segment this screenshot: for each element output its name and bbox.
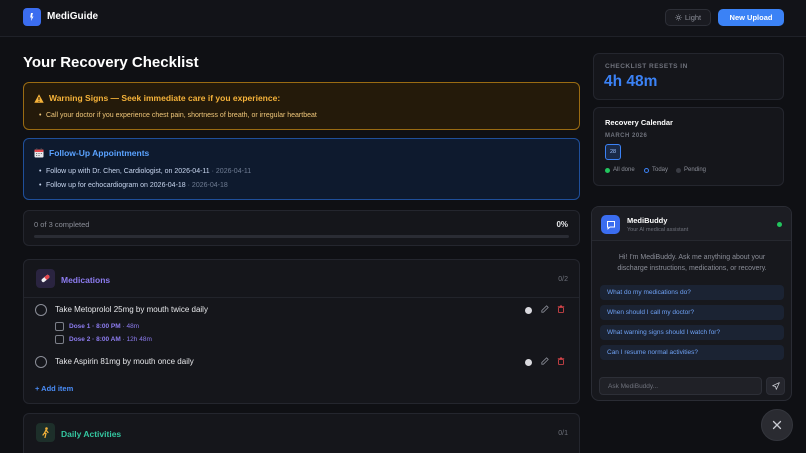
edit-icon[interactable]: [541, 305, 549, 315]
progress-label: 0 of 3 completed: [34, 220, 90, 229]
dose-label: Dose 2 · 8:00 AM · 12h 48m: [69, 336, 152, 343]
reset-label: CHECKLIST RESETS IN: [605, 63, 688, 70]
dose-checkbox[interactable]: [55, 335, 64, 344]
legend-today: Today: [644, 167, 668, 173]
chat-suggestion[interactable]: What warning signs should I watch for?: [600, 325, 784, 340]
status-dot[interactable]: [525, 359, 532, 366]
task-text: Take Aspirin 81mg by mouth once daily: [55, 357, 194, 366]
walking-icon: [36, 423, 55, 442]
warning-item: Call your doctor if you experience chest…: [39, 112, 317, 119]
followup-item: Follow up for echocardiogram on 2026-04-…: [39, 182, 228, 189]
chat-subtitle: Your AI medical assistant: [627, 227, 689, 233]
delete-icon[interactable]: [557, 305, 565, 315]
progress-percent: 0%: [556, 220, 568, 229]
dose-checkbox[interactable]: [55, 322, 64, 331]
task-checkbox[interactable]: [35, 304, 47, 316]
edit-icon[interactable]: [541, 357, 549, 367]
calendar-day[interactable]: 28: [605, 144, 621, 160]
warning-title: Warning Signs — Seek immediate care if y…: [49, 93, 281, 103]
legend-dot: [644, 167, 649, 173]
chat-bubble-icon: [601, 215, 620, 234]
close-chat-button[interactable]: [761, 409, 793, 441]
task-checkbox[interactable]: [35, 356, 47, 368]
close-icon: [772, 420, 782, 430]
warning-icon: [34, 93, 44, 103]
chat-greeting: Hi! I'm MediBuddy. Ask me anything about…: [617, 254, 767, 272]
progress-card: 0 of 3 completed 0%: [23, 210, 580, 246]
legend-dot: [605, 167, 610, 173]
daily-activities-title: Daily Activities: [61, 429, 122, 439]
app-name: MediGuide: [47, 11, 99, 22]
send-icon: [771, 382, 780, 390]
legend-all-done: All done: [605, 167, 635, 173]
legend-dot: [676, 167, 681, 173]
medications-count: 0/2: [558, 276, 568, 283]
chat-input[interactable]: [599, 377, 762, 395]
logo-icon: [23, 8, 41, 26]
send-button[interactable]: [766, 377, 785, 395]
dose-label: Dose 1 · 8:00 PM · 48m: [69, 323, 140, 330]
medibuddy-chat: MediBuddy Your AI medical assistant Hi! …: [591, 206, 792, 401]
new-upload-button[interactable]: New Upload: [718, 9, 784, 26]
chat-suggestion[interactable]: Can I resume normal activities?: [600, 345, 784, 360]
reset-timer-card: CHECKLIST RESETS IN 4h 48m: [593, 53, 784, 100]
chat-name: MediBuddy: [627, 216, 668, 225]
sun-icon: [675, 14, 682, 21]
followup-item: Follow up with Dr. Chen, Cardiologist, o…: [39, 168, 251, 175]
page-title: Your Recovery Checklist: [23, 54, 199, 71]
reset-countdown: 4h 48m: [604, 73, 658, 90]
add-item-button[interactable]: + Add item: [35, 384, 73, 393]
progress-bar: [34, 235, 569, 238]
chat-suggestion[interactable]: When should I call my doctor?: [600, 305, 784, 320]
legend-pending: Pending: [676, 167, 706, 173]
recovery-calendar-card: Recovery Calendar MARCH 2026 28 All done…: [593, 107, 784, 186]
daily-activities-count: 0/1: [558, 430, 568, 437]
theme-toggle-label: Light: [684, 13, 702, 22]
status-dot[interactable]: [525, 307, 532, 314]
delete-icon[interactable]: [557, 357, 565, 367]
chat-suggestion[interactable]: What do my medications do?: [600, 285, 784, 300]
warning-signs-panel: Warning Signs — Seek immediate care if y…: [23, 82, 580, 130]
followup-title: Follow-Up Appointments: [49, 148, 150, 158]
calendar-month: MARCH 2026: [605, 133, 648, 139]
medications-title: Medications: [61, 275, 111, 285]
medications-section: Medications 0/2 Take Metoprolol 25mg by …: [23, 259, 580, 404]
app-header: MediGuide Light New Upload: [0, 0, 806, 37]
followup-panel: Follow-Up Appointments Follow up with Dr…: [23, 138, 580, 200]
calendar-icon: [34, 148, 44, 158]
daily-activities-section: Daily Activities 0/1: [23, 413, 580, 453]
task-text: Take Metoprolol 25mg by mouth twice dail…: [55, 305, 208, 314]
calendar-title: Recovery Calendar: [605, 118, 673, 127]
chat-header: MediBuddy Your AI medical assistant: [592, 207, 791, 241]
pill-icon: [36, 269, 55, 288]
theme-toggle-button[interactable]: Light: [665, 9, 711, 26]
online-status-dot: [777, 222, 782, 227]
